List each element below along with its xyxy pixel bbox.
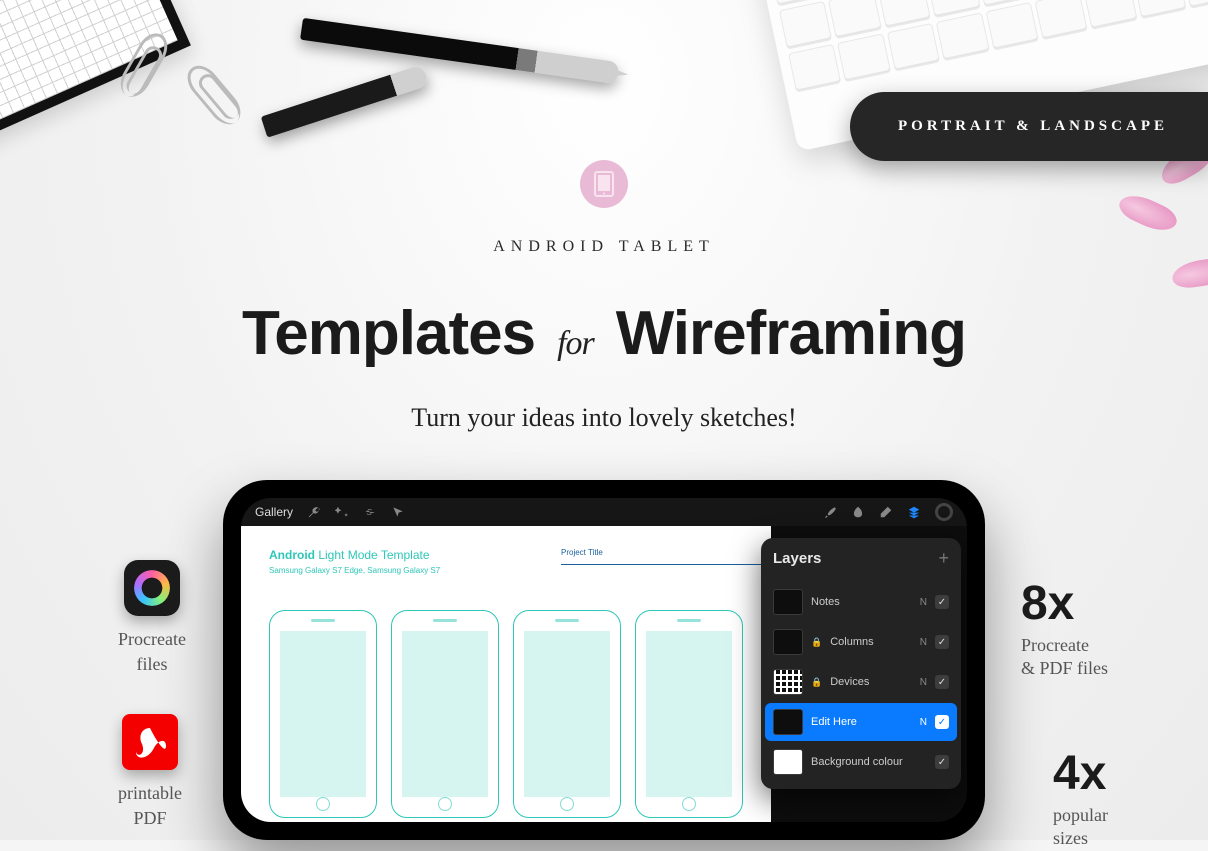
feature-label: & PDF files: [1021, 657, 1108, 680]
blend-mode-indicator: N: [920, 717, 927, 728]
title-word-wireframing: Wireframing: [616, 298, 966, 369]
layer-row[interactable]: Background colour ✓: [765, 743, 957, 781]
project-title-underline: [561, 564, 781, 565]
template-subtitle: Samsung Galaxy S7 Edge, Samsung Galaxy S…: [269, 566, 743, 575]
visibility-checkbox[interactable]: ✓: [935, 675, 949, 689]
blend-mode-indicator: N: [920, 597, 927, 608]
feature-procreate-files: Procreate files: [118, 560, 186, 677]
eyebrow-text: ANDROID TABLET: [0, 238, 1208, 256]
device-outline: [391, 610, 499, 818]
layer-name: Notes: [811, 596, 912, 608]
main-title: Templates for Wireframing: [242, 298, 966, 369]
title-word-for: for: [557, 325, 594, 363]
device-outline: [513, 610, 621, 818]
blend-mode-indicator: N: [920, 677, 927, 688]
layer-thumbnail: [773, 669, 803, 695]
layers-panel-title: Layers: [773, 550, 821, 567]
layers-icon[interactable]: [907, 505, 921, 519]
svg-text:S: S: [367, 508, 373, 517]
device-outlines-row: [269, 610, 743, 818]
layer-name: Columns: [830, 636, 912, 648]
feature-label: files: [118, 653, 186, 676]
feature-big-number: 4x: [1053, 750, 1108, 798]
feature-label: sizes: [1053, 827, 1108, 850]
brush-icon[interactable]: [823, 505, 837, 519]
project-title-label: Project Title: [561, 548, 603, 557]
feature-count-files: 8x Procreate & PDF files: [1021, 580, 1108, 681]
layer-name: Devices: [830, 676, 912, 688]
color-well[interactable]: [935, 503, 953, 521]
device-outline: [635, 610, 743, 818]
add-layer-button[interactable]: +: [938, 548, 949, 569]
wand-icon[interactable]: [335, 505, 349, 519]
feature-big-number: 8x: [1021, 580, 1108, 628]
layer-row[interactable]: 🔒 Columns N ✓: [765, 623, 957, 661]
visibility-checkbox[interactable]: ✓: [935, 635, 949, 649]
layer-row[interactable]: Notes N ✓: [765, 583, 957, 621]
orientation-badge: PORTRAIT & LANDSCAPE: [850, 92, 1208, 161]
product-icon: [580, 160, 628, 208]
lock-icon: 🔒: [811, 637, 822, 648]
layer-name: Background colour: [811, 756, 927, 768]
feature-label: popular: [1053, 804, 1108, 827]
procreate-toolbar: Gallery S: [241, 498, 967, 526]
hero-section: ANDROID TABLET Templates for Wireframing…: [0, 160, 1208, 433]
layer-thumbnail: [773, 589, 803, 615]
acrobat-app-icon: [122, 714, 178, 770]
subtitle-text: Turn your ideas into lovely sketches!: [0, 403, 1208, 433]
feature-printable-pdf: printable PDF: [118, 714, 182, 831]
tablet-icon: [593, 171, 615, 197]
feature-label: Procreate: [1021, 634, 1108, 657]
wrench-icon[interactable]: [307, 505, 321, 519]
cursor-icon[interactable]: [391, 505, 405, 519]
canvas-area[interactable]: Android Light Mode Template Samsung Gala…: [241, 526, 771, 822]
eraser-icon[interactable]: [879, 505, 893, 519]
visibility-checkbox[interactable]: ✓: [935, 715, 949, 729]
layer-row[interactable]: 🔒 Devices N ✓: [765, 663, 957, 701]
visibility-checkbox[interactable]: ✓: [935, 595, 949, 609]
layers-panel: Layers + Notes N ✓ 🔒 Columns N ✓ 🔒 Devic…: [761, 538, 961, 789]
title-word-templates: Templates: [242, 298, 535, 369]
tablet-screen: Gallery S Android Light Mode Template Sa…: [241, 498, 967, 822]
smudge-icon[interactable]: [851, 505, 865, 519]
feature-label: PDF: [118, 807, 182, 830]
layer-row-selected[interactable]: Edit Here N ✓: [765, 703, 957, 741]
feature-label: printable: [118, 782, 182, 805]
layer-thumbnail: [773, 749, 803, 775]
procreate-app-icon: [124, 560, 180, 616]
feature-count-sizes: 4x popular sizes: [1053, 750, 1108, 851]
select-icon[interactable]: S: [363, 505, 377, 519]
layer-thumbnail: [773, 629, 803, 655]
tablet-mockup: Gallery S Android Light Mode Template Sa…: [223, 480, 985, 840]
blend-mode-indicator: N: [920, 637, 927, 648]
device-outline: [269, 610, 377, 818]
visibility-checkbox[interactable]: ✓: [935, 755, 949, 769]
layer-thumbnail: [773, 709, 803, 735]
layer-name: Edit Here: [811, 716, 912, 728]
gallery-button[interactable]: Gallery: [255, 506, 293, 518]
template-title: Android Light Mode Template: [269, 548, 743, 562]
feature-label: Procreate: [118, 628, 186, 651]
lock-icon: 🔒: [811, 677, 822, 688]
